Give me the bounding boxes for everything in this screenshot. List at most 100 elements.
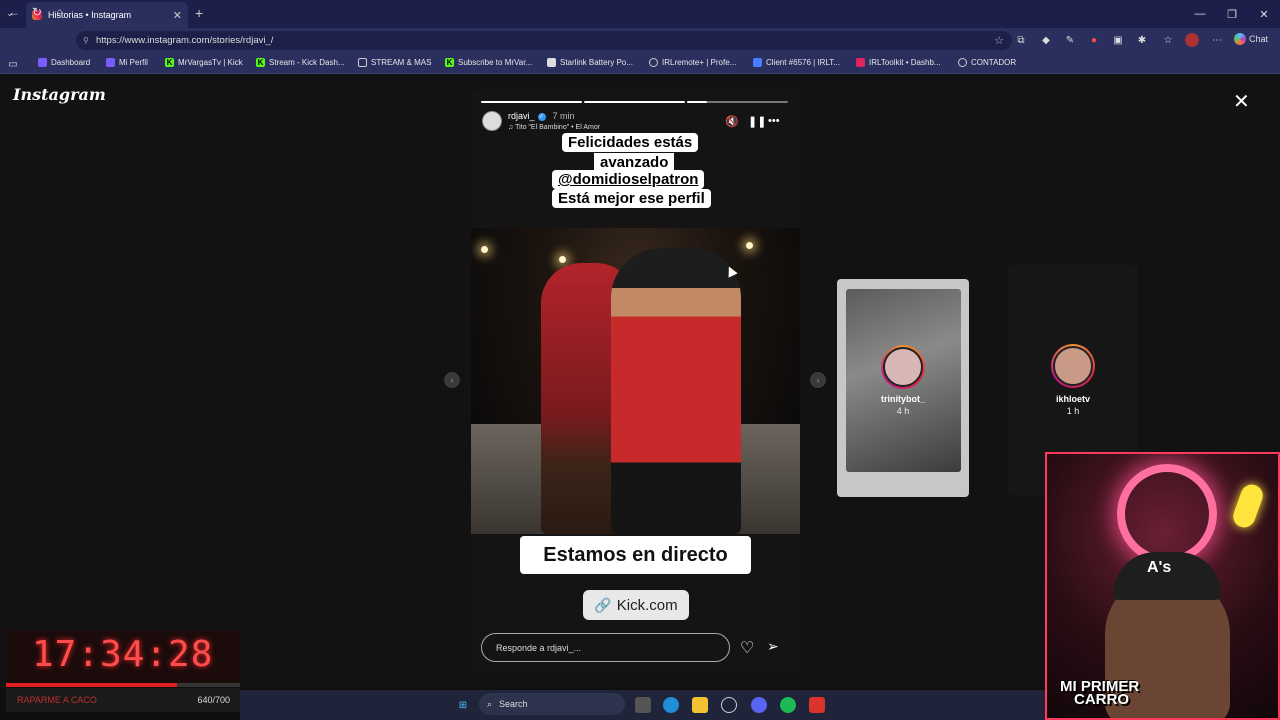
story-progress-segment — [584, 101, 685, 103]
story-photo — [471, 228, 800, 534]
reply-input[interactable]: Responde a rdjavi_... — [481, 633, 730, 662]
next-story-username: trinitybot_ — [881, 394, 925, 404]
maximize-icon[interactable]: ❐ — [1216, 0, 1248, 28]
extension-icon[interactable]: ▣ — [1111, 33, 1125, 47]
bookmark-item[interactable]: K Stream - Kick Dash... — [256, 58, 345, 67]
live-text: Estamos en directo — [520, 536, 751, 574]
kick-icon: K — [445, 58, 454, 67]
goal-count: 640/700 — [197, 695, 230, 705]
story-caption-line: Felicidades estás — [562, 133, 699, 152]
extension-icon[interactable]: ✎ — [1063, 33, 1077, 47]
man-figure — [611, 248, 741, 534]
mute-icon[interactable]: 🔇 — [725, 115, 739, 128]
share-send-icon[interactable]: ➢ — [767, 638, 779, 655]
cap-logo: A's — [1147, 559, 1172, 576]
profile-avatar[interactable] — [1185, 33, 1199, 47]
close-stories-icon[interactable]: ✕ — [1233, 89, 1250, 114]
story-username[interactable]: rdjavi_ — [508, 111, 535, 121]
kick-dashboard-icon — [38, 58, 47, 67]
goal-label: RAPARME A CACO — [17, 695, 97, 705]
favorites-icon[interactable]: ☆ — [1161, 33, 1175, 47]
task-view-icon[interactable] — [635, 697, 651, 713]
story-ring-avatar[interactable] — [1051, 344, 1095, 388]
bookmark-item[interactable]: K Subscribe to MrVar... — [445, 58, 532, 67]
close-window-icon[interactable]: ✕ — [1248, 0, 1280, 28]
story-options-icon[interactable]: ••• — [768, 115, 780, 127]
site-info-icon[interactable]: ⚲ — [83, 36, 89, 45]
browser-tab[interactable]: Historias • Instagram ✕ — [26, 2, 188, 28]
verified-badge-icon: ✓ — [537, 112, 546, 121]
copilot-chat-button[interactable]: Chat — [1234, 33, 1268, 45]
story-caption-line: Está mejor ese perfil — [552, 189, 711, 208]
story-mention[interactable]: @domidioselpatron — [552, 170, 705, 189]
folder-icon — [358, 58, 367, 67]
bookmark-item[interactable]: STREAM & MAS — [358, 58, 431, 67]
spotify-icon[interactable] — [780, 697, 796, 713]
story-time: 7 min — [552, 111, 575, 121]
counter-icon — [958, 58, 967, 67]
story-ring-avatar[interactable] — [881, 345, 925, 389]
bookmark-item[interactable]: Dashboard — [38, 58, 90, 67]
extensions-puzzle-icon[interactable]: ✱ — [1135, 33, 1149, 47]
pause-icon[interactable]: ❚❚ — [748, 115, 766, 128]
bookmark-item[interactable]: IRLToolkit • Dashb... — [856, 58, 941, 67]
client-icon — [753, 58, 762, 67]
stream-clock: 17:34:28 — [32, 634, 214, 675]
story-avatar[interactable] — [482, 111, 502, 131]
story-progress-segment — [481, 101, 582, 103]
link-icon: 🔗 — [594, 596, 612, 613]
neon-banana — [1230, 481, 1266, 531]
irltoolkit-icon — [856, 58, 865, 67]
bookmark-item[interactable]: Starlink Battery Po... — [547, 58, 633, 67]
extension-icon[interactable]: ◆ — [1039, 33, 1053, 47]
sidebar-toggle-icon[interactable]: ▭ — [6, 57, 20, 71]
url-bar[interactable]: ⚲ https://www.instagram.com/stories/rdja… — [76, 31, 1012, 50]
next-story-username: ikhloetv — [1055, 394, 1090, 404]
neon-sign — [1117, 464, 1217, 564]
story-user: rdjavi_ ✓ 7 min — [508, 111, 575, 121]
next-story-time: 1 h — [1066, 406, 1080, 416]
url-text: https://www.instagram.com/stories/rdjavi… — [96, 35, 274, 46]
minimize-icon[interactable]: — — [1184, 0, 1216, 28]
edge-icon[interactable] — [663, 697, 679, 713]
story-progress-fill — [687, 101, 707, 103]
story-link-sticker[interactable]: 🔗 Kick.com — [583, 590, 689, 620]
taskbar-search[interactable]: ⌕ Search — [479, 693, 625, 715]
window-controls: — ❐ ✕ — [1184, 0, 1280, 28]
reload-icon[interactable]: ↻ — [32, 5, 42, 19]
close-tab-icon[interactable]: ✕ — [173, 9, 182, 22]
file-explorer-icon[interactable] — [692, 697, 708, 713]
next-story-time: 4 h — [896, 406, 910, 416]
collections-icon[interactable]: ⧉ — [1014, 33, 1028, 47]
bookmark-item[interactable]: K MrVargasTv | Kick — [165, 58, 243, 67]
bookmark-item[interactable]: Mi Perfil — [106, 58, 148, 67]
kick-icon: K — [165, 58, 174, 67]
like-heart-icon[interactable]: ♡ — [740, 638, 754, 658]
previous-story-icon[interactable]: ‹ — [444, 372, 460, 388]
kick-icon: K — [256, 58, 265, 67]
windows-start-icon[interactable]: ⊞ — [455, 697, 471, 713]
home-icon[interactable]: ⌂ — [56, 5, 63, 19]
back-icon[interactable]: ← — [8, 5, 20, 19]
discord-icon[interactable] — [751, 697, 767, 713]
new-tab-icon[interactable]: + — [195, 5, 203, 21]
copilot-icon — [1234, 33, 1246, 45]
chat-label: Chat — [1249, 34, 1269, 44]
favorite-star-icon[interactable]: ☆ — [994, 34, 1004, 47]
cam-banner: MI PRIMER CARRO — [1060, 678, 1140, 708]
profile-icon — [106, 58, 115, 67]
page-icon — [547, 58, 556, 67]
app-icon[interactable] — [721, 697, 737, 713]
more-menu-icon[interactable]: ⋯ — [1210, 33, 1224, 47]
next-story-icon[interactable]: › — [810, 372, 826, 388]
goal-progress-fill — [6, 683, 177, 687]
bookmark-item[interactable]: IRLremote+ | Profe... — [649, 58, 736, 67]
bookmark-item[interactable]: Client #6576 | IRLT... — [753, 58, 840, 67]
app-icon[interactable] — [809, 697, 825, 713]
bookmark-item[interactable]: CONTADOR — [958, 58, 1016, 67]
extension-icon[interactable]: ● — [1087, 33, 1101, 47]
search-icon: ⌕ — [487, 698, 493, 709]
story-music: ♫ Tito "El Bambino" • El Amor — [508, 124, 601, 131]
globe-icon — [649, 58, 658, 67]
instagram-logo[interactable]: Instagram — [13, 85, 106, 104]
